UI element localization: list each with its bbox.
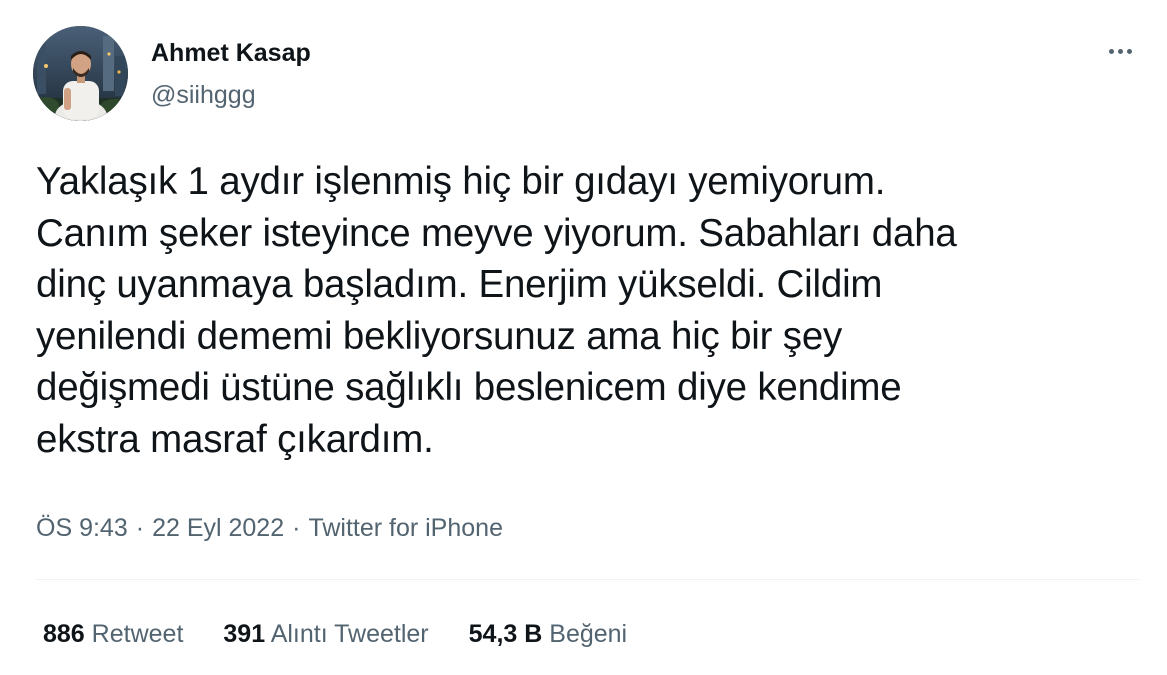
author-handle[interactable]: @siihggg	[151, 80, 256, 110]
more-horizontal-icon	[1108, 48, 1114, 54]
retweets-label: Retweet	[91, 620, 184, 648]
meta-separator: ·	[292, 514, 301, 542]
author-name[interactable]: Ahmet Kasap	[151, 38, 311, 68]
retweets-count: 886	[43, 620, 85, 648]
tweet-stats: 886 Retweet 391 Alıntı Tweetler 54,3 B B…	[43, 618, 667, 650]
tweet-date[interactable]: 22 Eyl 2022	[152, 514, 284, 542]
more-horizontal-icon-dot	[1117, 48, 1123, 54]
avatar-image	[33, 26, 128, 121]
likes-stat[interactable]: 54,3 B Beğeni	[469, 618, 627, 650]
divider	[36, 579, 1139, 580]
quotes-stat[interactable]: 391 Alıntı Tweetler	[223, 618, 428, 650]
likes-label: Beğeni	[549, 620, 628, 648]
quotes-label: Alıntı Tweetler	[270, 620, 429, 648]
quotes-count: 391	[223, 620, 266, 648]
retweets-stat[interactable]: 886 Retweet	[43, 618, 183, 650]
more-horizontal-icon-dot	[1126, 48, 1132, 54]
tweet-time[interactable]: ÖS 9:43	[36, 514, 128, 542]
tweet-meta: ÖS 9:43 · 22 Eyl 2022 · Twitter for iPhone	[36, 512, 503, 544]
avatar[interactable]	[33, 26, 128, 121]
meta-separator: ·	[135, 514, 145, 542]
likes-count: 54,3 B	[468, 620, 543, 648]
tweet-source[interactable]: Twitter for iPhone	[308, 514, 503, 542]
tweet-card: Ahmet Kasap @siihggg Yaklaşık 1 aydır iş…	[0, 0, 1167, 675]
tweet-text: Yaklaşık 1 aydır işlenmiş hiç bir gıdayı…	[36, 160, 957, 461]
more-options-button[interactable]	[1098, 36, 1142, 66]
